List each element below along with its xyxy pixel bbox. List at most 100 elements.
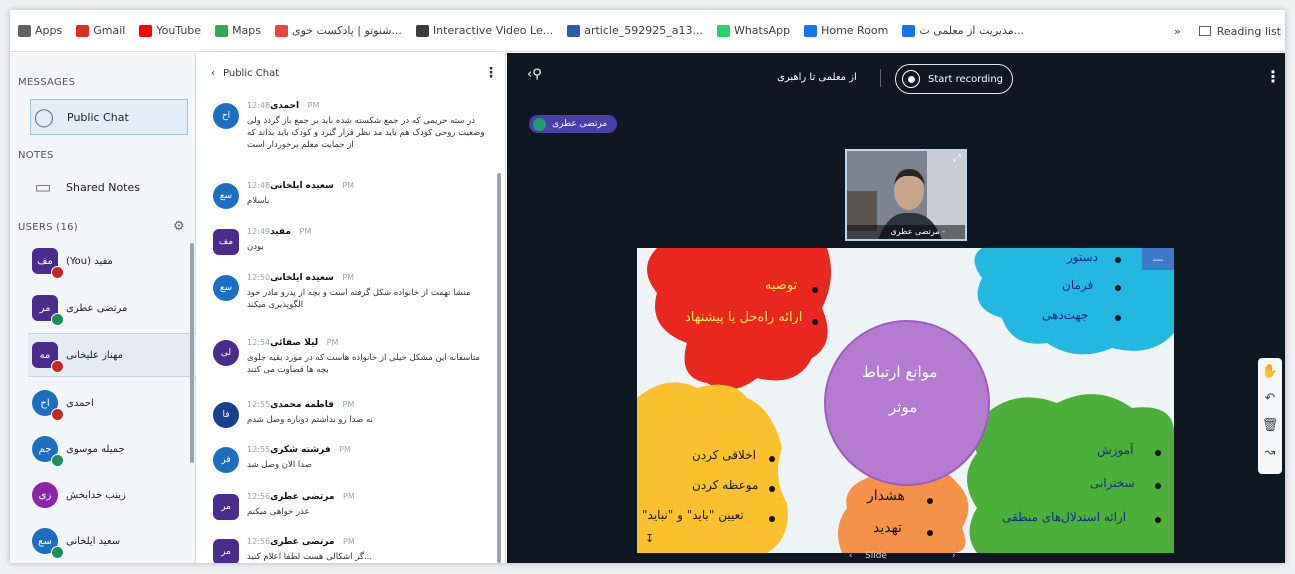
avatar: سع (32, 528, 64, 559)
presentation-slide: — موانع ارتباط موثر توصیه ارائه راه‌حل یا پ… (637, 248, 1174, 553)
minimize-slide-button[interactable]: — (1142, 248, 1174, 270)
shared-notes-nav-item[interactable]: ▭ Shared Notes (30, 169, 188, 205)
orange-item: تهدید (873, 520, 902, 536)
avatar-initials: سع (38, 535, 52, 547)
public-chat-nav-item[interactable]: ◯ Public Chat (30, 99, 188, 135)
download-icon[interactable]: ↧ (645, 532, 654, 545)
bookmark-label: Gmail (93, 24, 126, 37)
avatar: زی (32, 482, 58, 508)
message-header: مفید12:49 PM (247, 227, 311, 237)
avatar: مف (32, 248, 64, 279)
sender-name: فرشته شکری (270, 445, 331, 455)
webcam-label: - مرتضی عطری (847, 225, 965, 239)
start-recording-button[interactable]: Start recording (895, 64, 1013, 94)
user-list-item[interactable]: جم جمیله موسوی (28, 427, 196, 471)
stage-options-icon[interactable]: ⋮ (1265, 67, 1281, 86)
avatar-initials: مه (39, 349, 51, 361)
users-section-title: USERS (16) (18, 222, 78, 233)
green-item: ارائه استدلال‌های منطقی (1002, 510, 1127, 524)
bookmark-item[interactable]: WhatsApp (716, 24, 790, 37)
user-list-item[interactable]: مه مهناز علیخانی (28, 333, 196, 377)
messages-section-title: MESSAGES (18, 77, 76, 88)
bullet (1155, 517, 1161, 523)
mic-status-icon (51, 360, 64, 373)
mic-status-icon (51, 408, 64, 421)
bookmark-item[interactable]: Interactive Video Le... (415, 24, 553, 37)
bookmark-item[interactable]: شنوتو | پادکست خوی... (275, 24, 402, 37)
slide-label[interactable]: Slide (865, 551, 887, 561)
user-list-item[interactable]: زی زینب خدابخش (28, 473, 196, 517)
annotation-toolbar: ✋ ↶ 🗑 ↝ (1258, 358, 1282, 474)
bookmark-item[interactable]: YouTube (139, 24, 201, 37)
orange-item: هشدار (867, 488, 905, 504)
expand-icon[interactable]: ⤢ (953, 153, 961, 164)
mic-icon (533, 117, 546, 131)
bookmark-label: Home Room (821, 24, 889, 37)
notes-section-title: NOTES (18, 150, 54, 161)
green-item: آموزش (1097, 443, 1134, 457)
message-header: سعیده ایلخانی12:50 PM (247, 273, 354, 283)
bullet (927, 530, 933, 536)
whiteboard-icon[interactable]: ↝ (1258, 439, 1282, 466)
user-list-item[interactable]: اح احمدی (28, 381, 196, 425)
user-list-item[interactable]: مف مفید (You) (28, 239, 196, 283)
reading-list-button[interactable]: Reading list (1217, 25, 1281, 38)
gear-icon[interactable]: ⚙ (173, 219, 185, 234)
user-list-scrollbar[interactable] (190, 243, 194, 463)
bookmark-label: article_592925_a13... (584, 24, 703, 37)
bookmark-icon (76, 24, 90, 37)
bookmark-item[interactable]: article_592925_a13... (567, 24, 703, 37)
avatar: سع (213, 275, 239, 301)
undo-icon[interactable]: ↶ (1258, 385, 1282, 412)
bookmark-item[interactable]: Gmail (76, 24, 125, 37)
bullet (812, 319, 818, 325)
bullet (1115, 315, 1121, 321)
bookmark-item[interactable]: مدیریت از معلمی ت... (902, 24, 1024, 37)
blue-item: دستور (1067, 250, 1099, 264)
sender-name: احمدی (270, 101, 300, 111)
bookmark-item[interactable]: Apps (18, 24, 62, 37)
user-name: مفید (You) (66, 255, 113, 267)
chat-bubble-icon: ◯ (33, 106, 55, 128)
message-header: مرتضی عطری12:56 PM (247, 537, 355, 547)
slide-next-icon[interactable]: › (952, 551, 956, 561)
message-header: فرشته شکری12:55 PM (247, 445, 351, 455)
mic-status-icon (51, 454, 64, 467)
chat-panel: ‹ Public Chat ⋮ اح احمدی12:48 PM در سته حر… (197, 53, 506, 563)
message-header: احمدی12:48 PM (247, 101, 319, 111)
bookmark-label: YouTube (156, 24, 202, 37)
bookmark-item[interactable]: Maps (215, 24, 261, 37)
message-text: بودن (247, 242, 264, 252)
blue-item: فرمان (1062, 278, 1094, 292)
chat-scrollbar[interactable] (497, 173, 501, 563)
mic-status-icon (51, 546, 64, 559)
message-header: مرتضی عطری12:56 PM (247, 492, 355, 502)
user-name: زینب خدابخش (66, 489, 126, 501)
chat-options-icon[interactable]: ⋮ (484, 65, 498, 81)
sender-name: سعیده ایلخانی (270, 181, 334, 191)
bullet (1155, 483, 1161, 489)
sender-name: سعیده ایلخانی (270, 273, 334, 283)
bookmark-icon (215, 24, 229, 37)
avatar: فا (213, 402, 239, 428)
chevron-left-icon[interactable]: ‹ (211, 68, 215, 79)
slide-prev-icon[interactable]: ‹ (849, 551, 853, 561)
bookmarks-more-button[interactable]: » (1174, 25, 1181, 38)
avatar: مر (213, 494, 239, 520)
user-toggle-icon[interactable]: ‹⚲ (527, 67, 542, 82)
webcam-video[interactable]: ⤢ - مرتضی عطری (845, 149, 967, 241)
user-list-item[interactable]: سع سعید ایلخانی (28, 519, 196, 563)
user-name: مهناز علیخانی (66, 349, 123, 361)
message-text: ...گر اشکالی هست لطفا اعلام کنید (247, 552, 373, 562)
bookmark-label: Maps (232, 24, 262, 37)
center-title-line2: موثر (889, 398, 918, 416)
trash-icon[interactable]: 🗑 (1258, 412, 1282, 439)
avatar-initials: مر (39, 302, 51, 314)
bookmark-item[interactable]: Home Room (804, 24, 888, 37)
yellow-item: تعیین "باید" و "نباید" (642, 508, 744, 522)
hand-tool-icon[interactable]: ✋ (1258, 358, 1282, 385)
message-text: باسلام (247, 196, 270, 206)
user-list-item[interactable]: مر مرتضی عطری (28, 286, 196, 330)
document-icon: ▭ (34, 176, 52, 198)
bookmark-icon (415, 24, 429, 37)
